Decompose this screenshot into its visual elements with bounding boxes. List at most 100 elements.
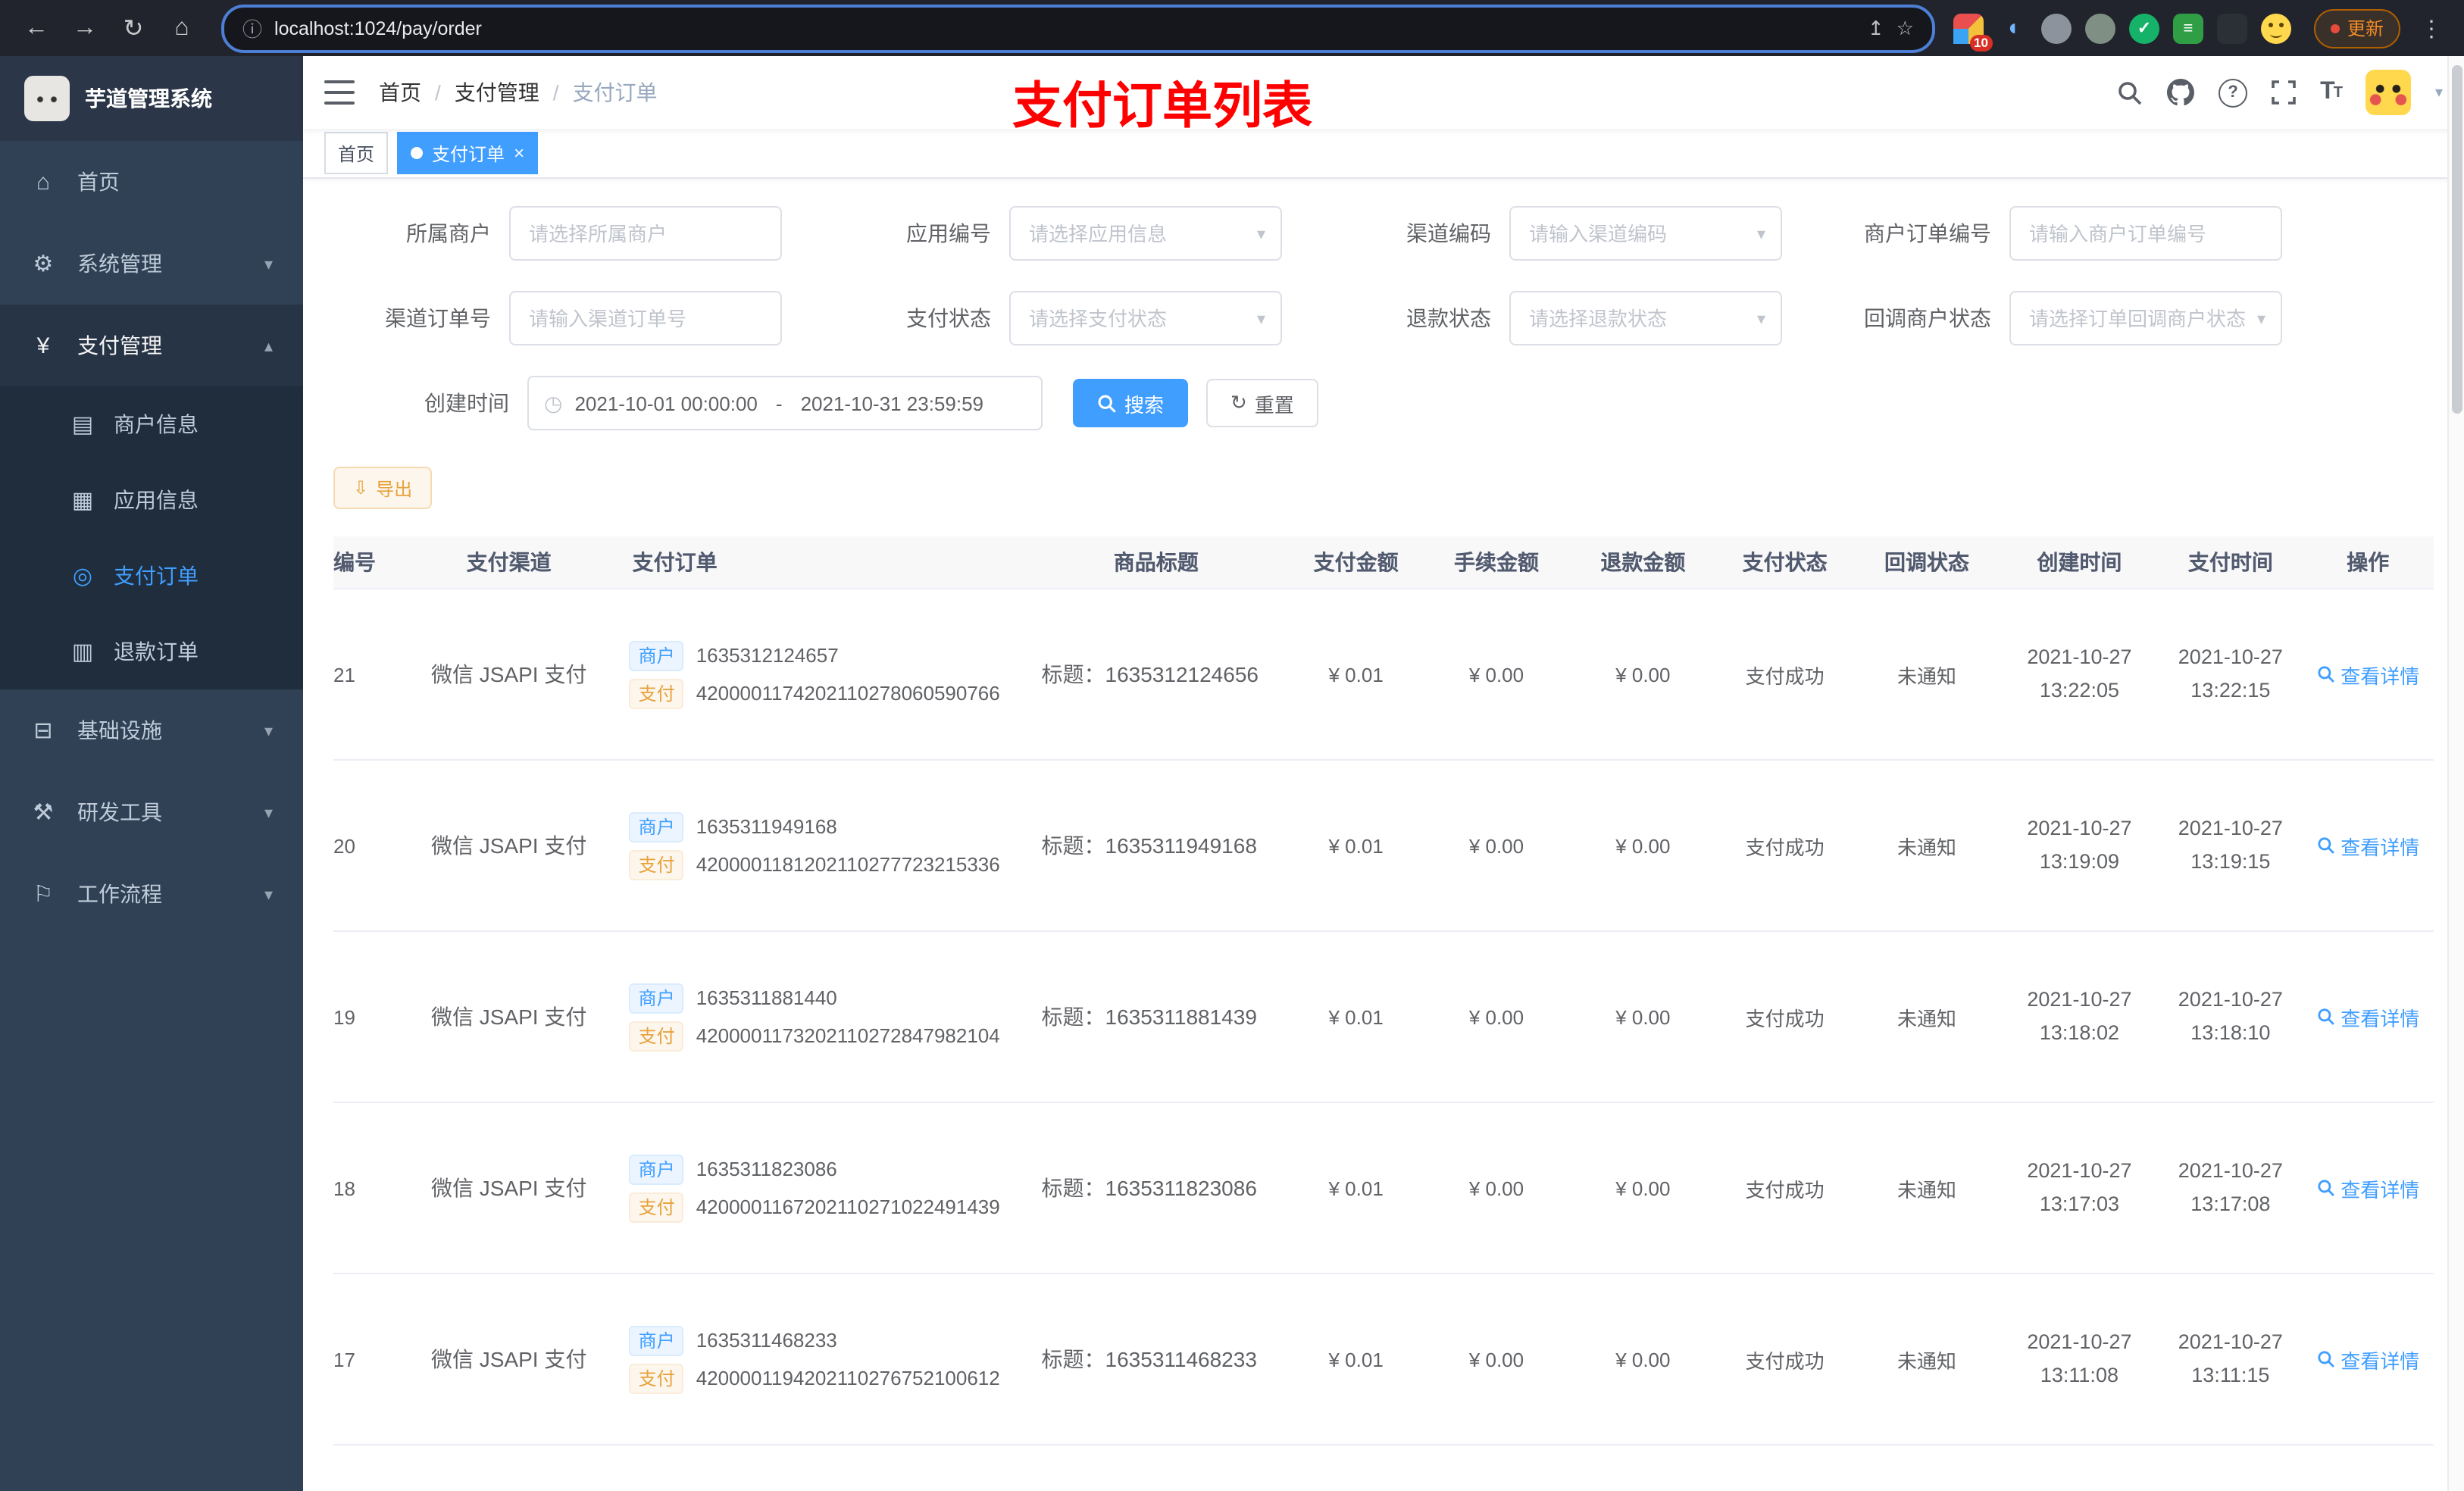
- orders-table: 编号 支付渠道 支付订单 商品标题 支付金额 手续金额 退款金额 支付状态 回调…: [333, 536, 2434, 1491]
- channel-code-input[interactable]: [1526, 220, 1751, 246]
- pay-status-input[interactable]: [1026, 305, 1251, 331]
- font-size-icon[interactable]: TT: [2320, 79, 2343, 106]
- merchant-input[interactable]: [526, 220, 765, 246]
- flag-icon: ⚐: [33, 882, 54, 908]
- sidebar-item-pay[interactable]: ¥ 支付管理 ▴: [0, 305, 303, 386]
- notify-status-select[interactable]: ▾: [2009, 291, 2282, 345]
- filter-label: 创建时间: [424, 391, 509, 415]
- app-input[interactable]: [1026, 220, 1251, 246]
- sidebar-item-infra[interactable]: ⊟ 基础设施 ▾: [0, 689, 303, 771]
- gear-icon: ⚙: [33, 252, 54, 277]
- merchant-tag: 商户: [629, 983, 684, 1013]
- extensions-area: 10 ◖ ✓ ≡ 更新 ⋮: [1953, 8, 2449, 51]
- channel-order-no-input[interactable]: [526, 305, 765, 331]
- hamburger-icon[interactable]: [324, 80, 355, 105]
- extension-puzzle-icon[interactable]: [2216, 13, 2247, 43]
- sidebar-item-tools[interactable]: ⚒ 研发工具 ▾: [0, 771, 303, 853]
- share-icon[interactable]: ↥: [1868, 16, 1884, 40]
- breadcrumb-home[interactable]: 首页: [379, 77, 421, 108]
- github-icon[interactable]: [2167, 79, 2195, 106]
- channel-order-no-field[interactable]: [509, 291, 782, 345]
- view-detail-link[interactable]: 查看详情: [2316, 1002, 2419, 1031]
- merchant-order-no-input[interactable]: [2026, 220, 2265, 246]
- filter-label: 应用编号: [906, 221, 991, 245]
- notify-status-input[interactable]: [2026, 305, 2251, 331]
- extension-circle2-icon[interactable]: [2084, 13, 2115, 43]
- date-range-picker[interactable]: ◷ 2021-10-01 00:00:00 - 2021-10-31 23:59…: [527, 376, 1043, 430]
- help-icon[interactable]: ?: [2219, 78, 2248, 107]
- view-detail-link[interactable]: 查看详情: [2316, 1345, 2419, 1374]
- scrollbar-thumb[interactable]: [2452, 65, 2462, 414]
- pay-status-select[interactable]: ▾: [1009, 291, 1282, 345]
- refund-status-select[interactable]: ▾: [1509, 291, 1782, 345]
- col-title: 商品标题: [1023, 536, 1290, 589]
- sidebar-item-system[interactable]: ⚙ 系统管理 ▾: [0, 223, 303, 305]
- address-bar[interactable]: ⓘ localhost:1024/pay/order ↥ ☆: [221, 4, 1935, 52]
- extension-collage-icon[interactable]: 10: [1953, 13, 1993, 51]
- sidebar-item-app-info[interactable]: ▦ 应用信息: [0, 462, 303, 538]
- chevron-down-icon: ▾: [264, 255, 273, 274]
- close-icon[interactable]: ×: [514, 144, 524, 162]
- refund-status-input[interactable]: [1526, 305, 1751, 331]
- home-button[interactable]: ⌂: [161, 7, 203, 49]
- merchant-order-no-field[interactable]: [2009, 206, 2282, 261]
- browser-update-button[interactable]: 更新: [2313, 8, 2400, 48]
- url-text[interactable]: localhost:1024/pay/order: [274, 17, 1856, 39]
- view-detail-link[interactable]: 查看详情: [2316, 831, 2419, 860]
- main-area: 首页 / 支付管理 / 支付订单 支付订单列表 ? T T ▾ 首页 支付订单 …: [303, 56, 2464, 1491]
- site-info-icon[interactable]: ⓘ: [242, 14, 262, 42]
- page-title-annotation: 支付订单列表: [1012, 77, 1312, 133]
- fullscreen-icon[interactable]: [2272, 80, 2296, 105]
- pay-no: 4200001194202110276752100612: [696, 1367, 1000, 1389]
- avatar[interactable]: [2365, 70, 2411, 115]
- avatar-caret-icon[interactable]: ▾: [2435, 84, 2443, 101]
- search-button[interactable]: 搜索: [1073, 379, 1189, 427]
- breadcrumb-pay[interactable]: 支付管理: [455, 77, 539, 108]
- sidebar: 芋道管理系统 ⌂ 首页 ⚙ 系统管理 ▾ ¥ 支付管理 ▴ ▤ 商户信息 ▦ 应…: [0, 56, 303, 1491]
- chevron-down-icon: ▾: [264, 804, 273, 822]
- view-detail-link[interactable]: 查看详情: [2316, 660, 2419, 689]
- extension-smiley-icon[interactable]: [2260, 13, 2291, 43]
- filter-label: 退款状态: [1406, 306, 1491, 330]
- browser-menu-icon[interactable]: ⋮: [2414, 14, 2449, 42]
- tab-pay-order[interactable]: 支付订单 ×: [397, 132, 539, 174]
- reset-button[interactable]: ↻ 重置: [1206, 379, 1318, 427]
- yen-icon: ¥: [36, 333, 50, 358]
- filter-label: 支付状态: [906, 306, 991, 330]
- app-select[interactable]: ▾: [1009, 206, 1282, 261]
- extension-check-icon[interactable]: ✓: [2128, 13, 2159, 43]
- table-row: 17 微信 JSAPI 支付 商户 1635311468233 支付 4200001…: [333, 1274, 2434, 1446]
- channel-code-select[interactable]: ▾: [1509, 206, 1782, 261]
- chevron-down-icon: ▾: [2256, 310, 2265, 328]
- sidebar-item-merchant-info[interactable]: ▤ 商户信息: [0, 386, 303, 462]
- document-icon: ▥: [71, 639, 94, 665]
- table-row: 20 微信 JSAPI 支付 商户 1635311949168 支付 4200001…: [333, 760, 2434, 932]
- merchant-select[interactable]: [509, 206, 782, 261]
- pay-no: 4200001174202110278060590766: [696, 682, 1000, 705]
- view-detail-link[interactable]: 查看详情: [2316, 1174, 2419, 1202]
- sidebar-item-refund-order[interactable]: ▥ 退款订单: [0, 614, 303, 689]
- col-fee: 手续金额: [1423, 536, 1570, 589]
- merchant-no: 1635311881440: [696, 986, 837, 1009]
- back-button[interactable]: ←: [15, 7, 58, 49]
- forward-button[interactable]: →: [64, 7, 106, 49]
- page-scrollbar: [2447, 56, 2464, 1491]
- extension-book-icon[interactable]: ≡: [2172, 13, 2203, 43]
- sidebar-item-workflow[interactable]: ⚐ 工作流程 ▾: [0, 853, 303, 935]
- extension-circle-icon[interactable]: [2040, 13, 2072, 43]
- active-dot: [411, 147, 424, 159]
- col-paid: 支付时间: [2159, 536, 2303, 589]
- grid-icon: ▦: [71, 488, 94, 514]
- update-dot: [2330, 23, 2340, 33]
- col-channel: 支付渠道: [403, 536, 614, 589]
- tab-home[interactable]: 首页: [324, 132, 389, 174]
- bookmark-star-icon[interactable]: ☆: [1896, 16, 1914, 40]
- reload-button[interactable]: ↻: [112, 7, 155, 49]
- chevron-down-icon: ▾: [264, 722, 273, 740]
- sidebar-item-pay-order[interactable]: ◎ 支付订单: [0, 538, 303, 614]
- top-navbar: 首页 / 支付管理 / 支付订单 支付订单列表 ? T T ▾: [303, 56, 2464, 133]
- export-button[interactable]: ⇩ 导出: [333, 467, 433, 509]
- search-icon[interactable]: [2117, 80, 2143, 105]
- extension-drop-icon[interactable]: ◖: [1997, 13, 2028, 43]
- sidebar-item-home[interactable]: ⌂ 首页: [0, 141, 303, 223]
